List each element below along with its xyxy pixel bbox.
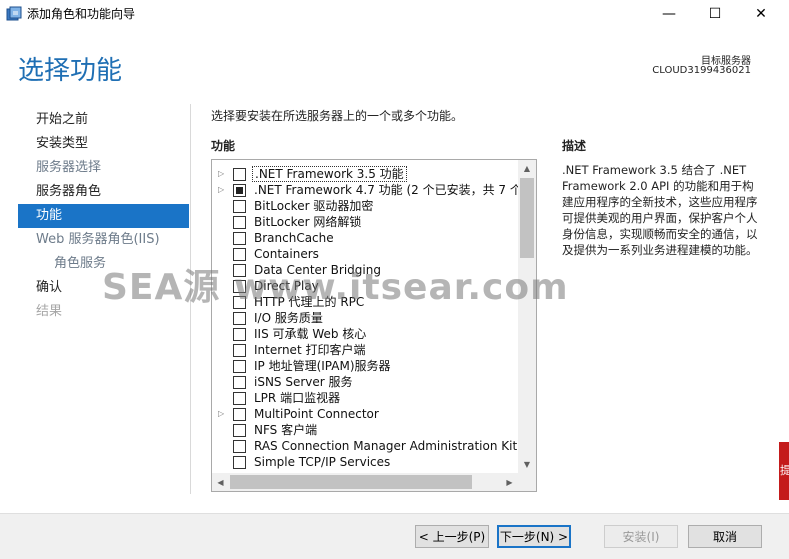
feature-label: I/O 服务质量 [254, 311, 323, 325]
nav-item-installation-type[interactable]: 安装类型 [18, 132, 189, 156]
feature-checkbox[interactable] [233, 184, 246, 197]
nav-item-server-selection[interactable]: 服务器选择 [18, 156, 189, 180]
expand-arrow-icon[interactable]: ▷ [218, 182, 228, 198]
feature-checkbox[interactable] [233, 360, 246, 373]
scroll-up-arrow-icon[interactable]: ▲ [518, 160, 536, 177]
feature-label: iSNS Server 服务 [254, 375, 353, 389]
expand-arrow-icon[interactable]: ▷ [218, 406, 228, 422]
feature-checkbox[interactable] [233, 408, 246, 421]
edge-side-tab[interactable]: 提 [779, 442, 789, 500]
scroll-left-arrow-icon[interactable]: ◀ [212, 473, 229, 491]
nav-item-server-roles[interactable]: 服务器角色 [18, 180, 189, 204]
feature-label: .NET Framework 4.7 功能 (2 个已安装，共 7 个) [254, 183, 527, 197]
feature-checkbox[interactable] [233, 440, 246, 453]
feature-label: BranchCache [254, 231, 334, 245]
feature-label: IIS 可承载 Web 核心 [254, 327, 367, 341]
feature-row[interactable]: BranchCache [212, 230, 518, 246]
horizontal-scroll-thumb[interactable] [230, 475, 472, 489]
feature-checkbox[interactable] [233, 392, 246, 405]
feature-label: NFS 客户端 [254, 423, 318, 437]
edge-side-tab-label: 提 [780, 464, 789, 477]
previous-button[interactable]: < 上一步(P) [415, 525, 489, 548]
feature-description: .NET Framework 3.5 结合了 .NET Framework 2.… [562, 163, 758, 257]
feature-row[interactable]: IP 地址管理(IPAM)服务器 [212, 358, 518, 374]
feature-row[interactable]: BitLocker 驱动器加密 [212, 198, 518, 214]
scroll-corner [518, 473, 536, 491]
feature-checkbox[interactable] [233, 328, 246, 341]
feature-label: .NET Framework 3.5 功能 [252, 166, 407, 182]
feature-checkbox[interactable] [233, 344, 246, 357]
feature-row[interactable]: ▷ .NET Framework 3.5 功能 [212, 166, 518, 182]
feature-checkbox[interactable] [233, 424, 246, 437]
features-heading: 功能 [211, 139, 236, 153]
instruction-text: 选择要安装在所选服务器上的一个或多个功能。 [211, 109, 464, 123]
nav-item-features[interactable]: 功能 [18, 204, 189, 228]
page-title: 选择功能 [18, 56, 123, 86]
feature-checkbox[interactable] [233, 232, 246, 245]
feature-row[interactable]: Simple TCP/IP Services [212, 454, 518, 470]
feature-label: RAS Connection Manager Administration Ki… [254, 439, 526, 453]
feature-row[interactable]: Internet 打印客户端 [212, 342, 518, 358]
feature-row[interactable]: iSNS Server 服务 [212, 374, 518, 390]
close-button[interactable]: ✕ [738, 0, 784, 28]
feature-checkbox[interactable] [233, 456, 246, 469]
feature-checkbox[interactable] [233, 168, 246, 181]
minimize-button[interactable]: — [646, 0, 692, 28]
window-title: 添加角色和功能向导 [27, 7, 136, 21]
cancel-button[interactable]: 取消 [688, 525, 762, 548]
feature-row[interactable]: IIS 可承载 Web 核心 [212, 326, 518, 342]
feature-checkbox[interactable] [233, 200, 246, 213]
feature-label: MultiPoint Connector [254, 407, 379, 421]
wizard-app-icon [6, 6, 22, 21]
feature-row[interactable]: I/O 服务质量 [212, 310, 518, 326]
scroll-down-arrow-icon[interactable]: ▼ [518, 456, 536, 473]
feature-checkbox[interactable] [233, 312, 246, 325]
maximize-button[interactable]: ☐ [692, 0, 738, 28]
vertical-scroll-thumb[interactable] [520, 178, 534, 258]
feature-label: BitLocker 驱动器加密 [254, 199, 374, 213]
feature-label: Internet 打印客户端 [254, 343, 366, 357]
feature-label: LPR 端口监视器 [254, 391, 341, 405]
nav-item-web-server-role[interactable]: Web 服务器角色(IIS) [18, 228, 189, 252]
feature-row[interactable]: BitLocker 网络解锁 [212, 214, 518, 230]
watermark-text: SEA源 www.itsear.com [102, 267, 569, 308]
features-vertical-scrollbar[interactable]: ▲ ▼ [518, 160, 536, 473]
features-list: ▷ .NET Framework 3.5 功能 ▷ .NET Framework 4.… [212, 166, 527, 470]
title-bar: 添加角色和功能向导 — ☐ ✕ [0, 0, 789, 28]
target-server-name: CLOUD3199436021 [652, 65, 751, 76]
feature-row[interactable]: ▷ MultiPoint Connector [212, 406, 518, 422]
install-button[interactable]: 安装(I) [604, 525, 678, 548]
scroll-right-arrow-icon[interactable]: ▶ [501, 473, 518, 491]
feature-label: IP 地址管理(IPAM)服务器 [254, 359, 391, 373]
wizard-footer: < 上一步(P) 下一步(N) > 安装(I) 取消 [0, 513, 789, 559]
feature-checkbox[interactable] [233, 376, 246, 389]
feature-row[interactable]: LPR 端口监视器 [212, 390, 518, 406]
feature-label: BitLocker 网络解锁 [254, 215, 362, 229]
features-tree[interactable]: ▷ .NET Framework 3.5 功能 ▷ .NET Framework 4.… [211, 159, 537, 492]
feature-row[interactable]: ▷ .NET Framework 4.7 功能 (2 个已安装，共 7 个) [212, 182, 527, 198]
feature-row[interactable]: NFS 客户端 [212, 422, 518, 438]
nav-item-before-you-begin[interactable]: 开始之前 [18, 108, 189, 132]
description-heading: 描述 [562, 139, 587, 153]
feature-row[interactable]: RAS Connection Manager Administration Ki… [212, 438, 526, 454]
feature-checkbox[interactable] [233, 216, 246, 229]
feature-label: Simple TCP/IP Services [254, 455, 391, 469]
expand-arrow-icon[interactable]: ▷ [218, 166, 228, 182]
next-button[interactable]: 下一步(N) > [497, 525, 571, 548]
features-horizontal-scrollbar[interactable]: ◀ ▶ [212, 473, 518, 491]
